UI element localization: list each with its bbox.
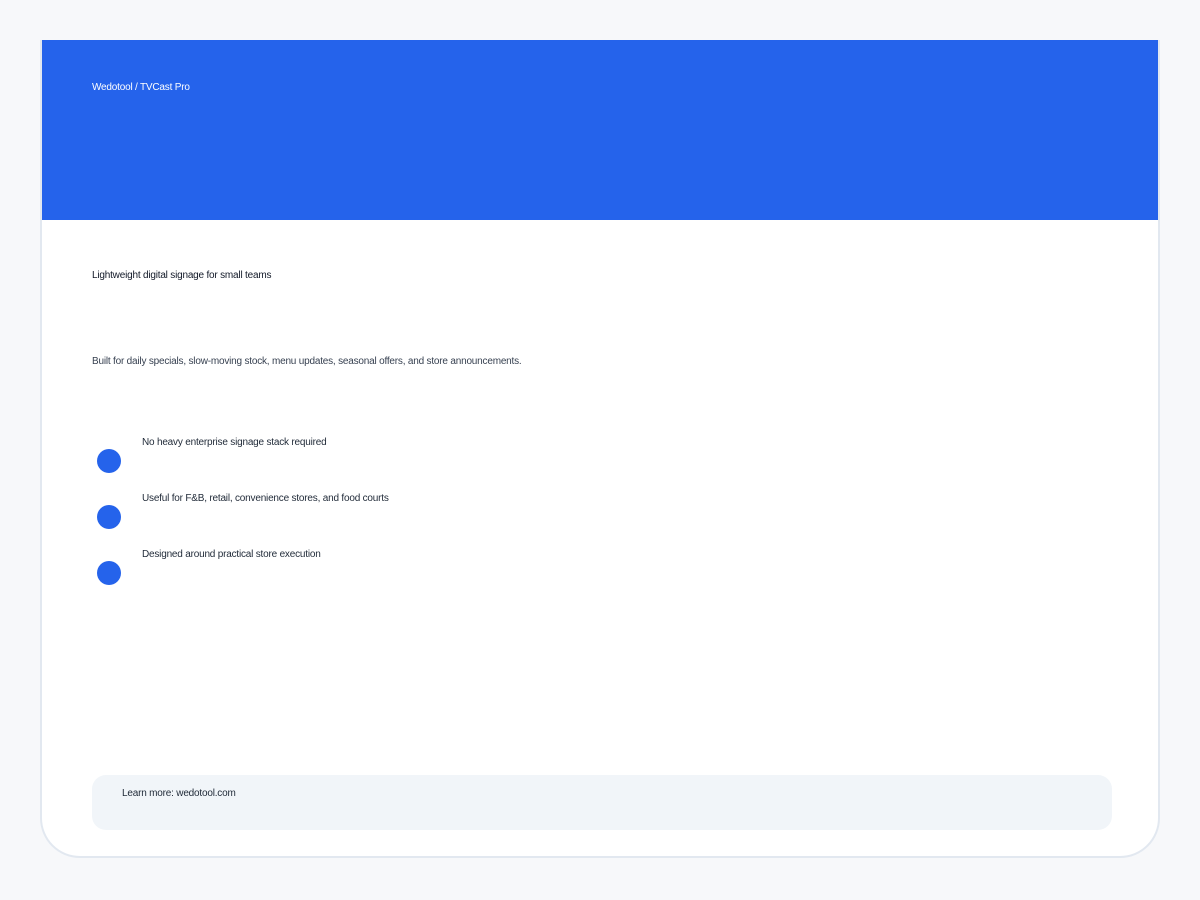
feature-item: Useful for F&B, retail, convenience stor… <box>42 492 1158 548</box>
bullet-dot-icon <box>97 561 121 585</box>
feature-text: Useful for F&B, retail, convenience stor… <box>142 493 389 504</box>
learn-more-box: Learn more: wedotool.com <box>92 775 1112 830</box>
feature-item: Designed around practical store executio… <box>42 548 1158 604</box>
page-description: Built for daily specials, slow-moving st… <box>92 356 522 367</box>
feature-item: No heavy enterprise signage stack requir… <box>42 436 1158 492</box>
learn-more-link[interactable]: Learn more: wedotool.com <box>122 788 236 799</box>
hero-banner: Wedotool / TVCast Pro <box>42 40 1158 220</box>
feature-text: Designed around practical store executio… <box>142 549 321 560</box>
feature-text: No heavy enterprise signage stack requir… <box>142 437 327 448</box>
page-headline: Lightweight digital signage for small te… <box>92 270 272 281</box>
breadcrumb: Wedotool / TVCast Pro <box>92 82 190 93</box>
feature-list: No heavy enterprise signage stack requir… <box>42 436 1158 604</box>
bullet-dot-icon <box>97 449 121 473</box>
bullet-dot-icon <box>97 505 121 529</box>
signage-card: Wedotool / TVCast Pro Lightweight digita… <box>40 40 1160 858</box>
